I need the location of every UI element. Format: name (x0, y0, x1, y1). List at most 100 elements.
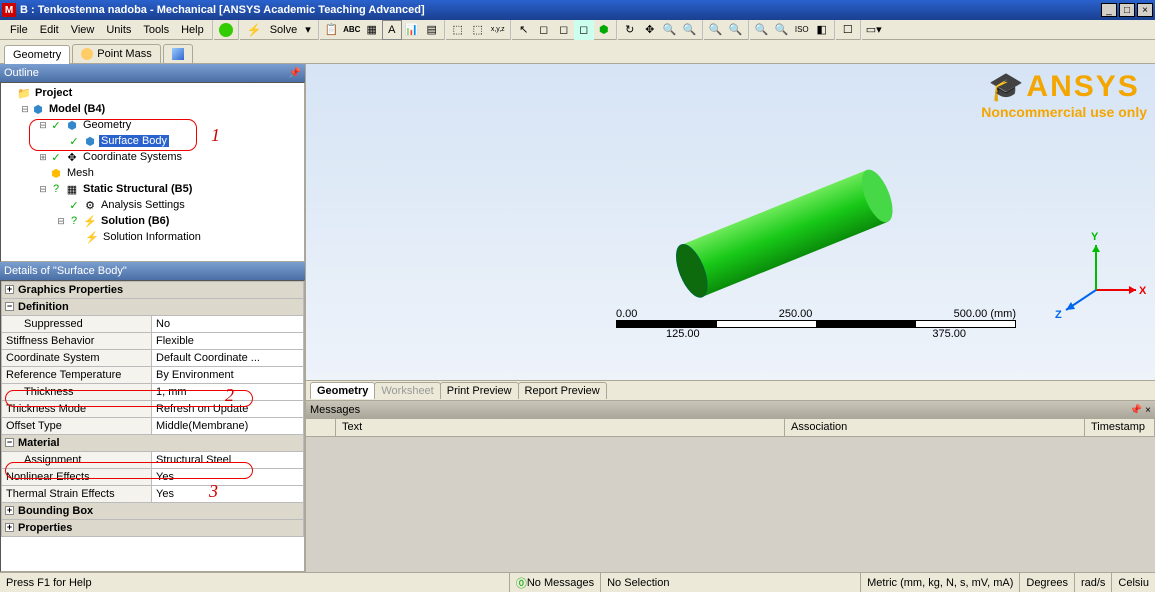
window-title: B : Tenkostenna nadoba - Mechanical [ANS… (20, 4, 1099, 16)
table-icon[interactable]: ▤ (422, 20, 442, 40)
cylinder-model (646, 154, 906, 324)
point-mass-icon (81, 48, 93, 60)
select-icon[interactable]: ⬚ (448, 20, 468, 40)
tree-geometry[interactable]: ⊟✓⬢Geometry (3, 117, 302, 133)
face-icon[interactable]: ◻ (574, 20, 594, 40)
viewport-tabs: Geometry Worksheet Print Preview Report … (306, 380, 1155, 400)
cursor-icon[interactable]: ↖ (514, 20, 534, 40)
menu-tools[interactable]: Tools (137, 22, 175, 38)
row-thickness-mode[interactable]: Thickness ModeRefresh on Update (2, 401, 304, 418)
menu-edit[interactable]: Edit (34, 22, 65, 38)
a-icon[interactable]: A (382, 20, 402, 40)
row-stiffness[interactable]: Stiffness BehaviorFlexible (2, 333, 304, 350)
zoombox-icon[interactable]: 🔍 (680, 20, 700, 40)
pan-icon[interactable]: ✥ (640, 20, 660, 40)
tree-solution[interactable]: ⊟?⚡Solution (B6) (3, 213, 302, 229)
tab-point-mass[interactable]: Point Mass (72, 44, 160, 63)
details-panel[interactable]: +Graphics Properties −Definition Suppres… (0, 280, 305, 572)
ansys-logo: 🎓 ANSYS Noncommercial use only (981, 70, 1147, 120)
row-thickness[interactable]: Thickness1, mm (2, 384, 304, 401)
orientation-triad[interactable]: X Y Z (1051, 230, 1141, 320)
messages-columns: Text Association Timestamp (306, 419, 1155, 437)
row-coord-system[interactable]: Coordinate SystemDefault Coordinate ... (2, 350, 304, 367)
close-button[interactable]: × (1137, 3, 1153, 17)
col-timestamp[interactable]: Timestamp (1085, 419, 1155, 436)
tree-project[interactable]: 📁Project (3, 85, 302, 101)
tree-model[interactable]: ⊟⬢Model (B4) (3, 101, 302, 117)
rotate-icon[interactable]: ↻ (620, 20, 640, 40)
tree-analysis-settings[interactable]: ✓⚙Analysis Settings (3, 197, 302, 213)
wire-icon[interactable]: ☐ (838, 20, 858, 40)
status-rads: rad/s (1075, 573, 1112, 592)
menu-bar: File Edit View Units Tools Help Solve ▾ … (0, 20, 1155, 40)
row-nonlinear[interactable]: Nonlinear EffectsYes (2, 469, 304, 486)
outline-tree[interactable]: 📁Project ⊟⬢Model (B4) ⊟✓⬢Geometry ✓⬢Surf… (0, 82, 305, 262)
left-panel: Outline📌 📁Project ⊟⬢Model (B4) ⊟✓⬢Geomet… (0, 64, 306, 572)
tool-icon[interactable]: 📋 (322, 20, 342, 40)
ok-icon[interactable] (216, 20, 236, 40)
messages-panel: Messages📌 × Text Association Timestamp (306, 400, 1155, 572)
tree-mesh[interactable]: ⬢Mesh (3, 165, 302, 181)
fit-icon[interactable]: 🔍 (706, 20, 726, 40)
pin-icon[interactable]: 📌 × (1130, 405, 1151, 416)
col-text[interactable]: Text (336, 419, 785, 436)
last-icon[interactable]: ▭▾ (864, 20, 884, 40)
pin-icon[interactable]: 📌 (289, 68, 301, 79)
details-table: +Graphics Properties −Definition Suppres… (1, 281, 304, 537)
status-celsius: Celsiu (1112, 573, 1155, 592)
zoom-icon[interactable]: 🔍 (660, 20, 680, 40)
col-association[interactable]: Association (785, 419, 1085, 436)
minimize-button[interactable]: _ (1101, 3, 1117, 17)
tab-geometry[interactable]: Geometry (4, 45, 70, 64)
outline-header: Outline📌 (0, 64, 305, 82)
vtab-worksheet[interactable]: Worksheet (374, 382, 440, 399)
menu-file[interactable]: File (4, 22, 34, 38)
row-ref-temp[interactable]: Reference TemperatureBy Environment (2, 367, 304, 384)
iso-icon[interactable]: ISO (792, 20, 812, 40)
messages-body[interactable] (306, 437, 1155, 572)
row-assignment[interactable]: AssignmentStructural Steel (2, 452, 304, 469)
row-offset-type[interactable]: Offset TypeMiddle(Membrane) (2, 418, 304, 435)
chart-icon[interactable]: 📊 (402, 20, 422, 40)
details-header: Details of "Surface Body" (0, 262, 305, 280)
tree-static-structural[interactable]: ⊟?▦Static Structural (B5) (3, 181, 302, 197)
tree-solution-info[interactable]: ⚡Solution Information (3, 229, 302, 245)
vtab-report-preview[interactable]: Report Preview (518, 382, 607, 399)
abc-icon[interactable]: ABC (342, 20, 362, 40)
vtab-print-preview[interactable]: Print Preview (440, 382, 519, 399)
row-thermal-strain[interactable]: Thermal Strain EffectsYes (2, 486, 304, 503)
status-bar: Press F1 for Help ⓪ No Messages No Selec… (0, 572, 1155, 592)
menu-view[interactable]: View (65, 22, 101, 38)
maximize-button[interactable]: □ (1119, 3, 1135, 17)
menu-help[interactable]: Help (175, 22, 210, 38)
grid-icon[interactable]: ▦ (362, 20, 382, 40)
tree-coord-systems[interactable]: ⊞✓✥Coordinate Systems (3, 149, 302, 165)
view-icon[interactable]: ◧ (812, 20, 832, 40)
vertex-icon[interactable]: ◻ (534, 20, 554, 40)
status-selection: No Selection (601, 573, 861, 592)
zoomin-icon[interactable]: 🔍 (752, 20, 772, 40)
row-suppressed[interactable]: SuppressedNo (2, 316, 304, 333)
menu-units[interactable]: Units (100, 22, 137, 38)
right-panel: 🎓 ANSYS Noncommercial use only 0.00250.0… (306, 64, 1155, 572)
vtab-geometry[interactable]: Geometry (310, 382, 375, 399)
status-messages[interactable]: ⓪ No Messages (510, 573, 601, 592)
cube-icon (172, 48, 184, 60)
edge-icon[interactable]: ◻ (554, 20, 574, 40)
select2-icon[interactable]: ⬚ (468, 20, 488, 40)
tree-surface-body[interactable]: ✓⬢Surface Body (3, 133, 302, 149)
body-icon[interactable]: ⬢ (594, 20, 614, 40)
zoomout-icon[interactable]: 🔍 (772, 20, 792, 40)
context-tab-bar: Geometry Point Mass (0, 40, 1155, 64)
svg-text:Z: Z (1055, 309, 1062, 321)
mag-icon[interactable]: 🔍 (726, 20, 746, 40)
app-icon: M (2, 3, 16, 17)
graphics-viewport[interactable]: 🎓 ANSYS Noncommercial use only 0.00250.0… (306, 64, 1155, 380)
tab-extra[interactable] (163, 44, 193, 63)
svg-text:X: X (1139, 285, 1147, 297)
xyz-icon[interactable]: x,y,z (488, 20, 508, 40)
status-degrees: Degrees (1020, 573, 1075, 592)
title-bar: M B : Tenkostenna nadoba - Mechanical [A… (0, 0, 1155, 20)
status-units: Metric (mm, kg, N, s, mV, mA) (861, 573, 1020, 592)
solve-button[interactable]: Solve ▾ (242, 20, 316, 40)
